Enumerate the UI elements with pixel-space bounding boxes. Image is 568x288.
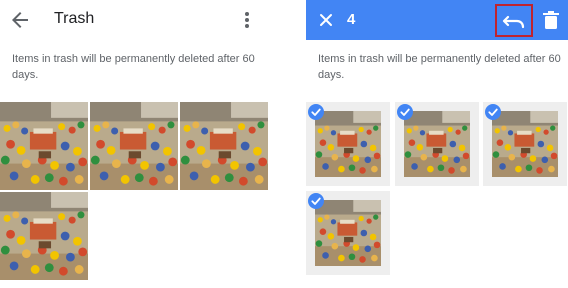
delete-icon xyxy=(543,11,559,29)
selection-app-bar: 4 xyxy=(306,0,568,40)
arrow-back-icon xyxy=(12,12,28,28)
photo-tile[interactable] xyxy=(180,102,268,190)
selected-photo-tile[interactable] xyxy=(395,102,479,186)
back-button[interactable] xyxy=(8,8,32,32)
photo-tile[interactable] xyxy=(90,102,178,190)
photo-frame xyxy=(492,111,558,177)
photo-tile[interactable] xyxy=(0,102,88,190)
selected-photo-tile[interactable] xyxy=(306,102,390,186)
photo-thumbnail xyxy=(404,111,470,177)
check-circle-icon[interactable] xyxy=(397,104,413,120)
more-vert-icon xyxy=(245,12,249,28)
photo-thumbnail xyxy=(0,102,88,190)
selected-count: 4 xyxy=(347,11,356,28)
trash-view-panel: Trash Items in trash will be permanently… xyxy=(0,0,282,288)
selected-photo-tile[interactable] xyxy=(306,191,390,275)
selection-view-panel: 4 Items in trash will be permanently del… xyxy=(306,0,568,288)
page-title: Trash xyxy=(54,10,95,27)
photo-frame xyxy=(315,200,381,266)
photo-thumbnail xyxy=(492,111,558,177)
photo-thumbnail xyxy=(90,102,178,190)
trash-info-text: Items in trash will be permanently delet… xyxy=(12,53,255,81)
check-circle-icon[interactable] xyxy=(308,193,324,209)
delete-forever-button[interactable] xyxy=(542,10,560,30)
photo-frame xyxy=(404,111,470,177)
selected-photo-tile[interactable] xyxy=(483,102,567,186)
restore-button[interactable] xyxy=(495,4,533,37)
trash-info-text: Items in trash will be permanently delet… xyxy=(318,53,561,81)
check-circle-icon[interactable] xyxy=(308,104,324,120)
photo-thumbnail xyxy=(180,102,268,190)
check-circle-icon[interactable] xyxy=(485,104,501,120)
photo-thumbnail xyxy=(315,200,381,266)
more-options-button[interactable] xyxy=(238,8,256,32)
restore-icon xyxy=(502,15,525,29)
photo-thumbnail xyxy=(0,192,88,280)
photo-frame xyxy=(315,111,381,177)
close-selection-button[interactable] xyxy=(316,10,336,30)
photo-thumbnail xyxy=(315,111,381,177)
photo-tile[interactable] xyxy=(0,192,88,280)
top-app-bar: Trash xyxy=(0,0,282,40)
close-icon xyxy=(320,14,332,26)
